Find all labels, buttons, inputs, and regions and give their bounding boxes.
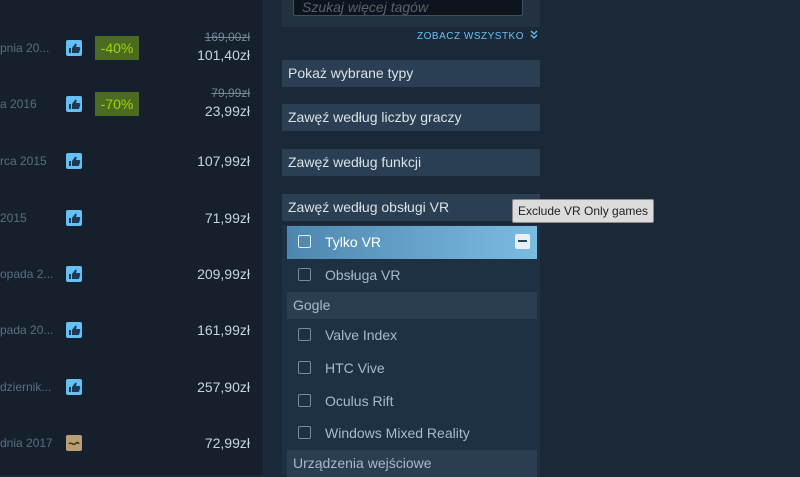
section-types[interactable]: Pokaż wybrane typy (282, 60, 540, 87)
release-date: pada 20... (0, 323, 54, 337)
release-date: a 2016 (0, 97, 37, 111)
option-vr-only[interactable]: Tylko VR (287, 226, 537, 259)
result-row[interactable]: dnia 2017 72,99zł (0, 421, 263, 465)
option-label: Valve Index (325, 327, 398, 343)
final-price: 23,99zł (204, 103, 250, 119)
review-positive-icon (66, 266, 82, 282)
exclude-minus-icon[interactable] (515, 234, 530, 249)
result-row[interactable]: pada 20... 161,99zł (0, 308, 263, 352)
release-date: dnia 2017 (0, 436, 53, 450)
group-header-headsets: Gogle (287, 292, 537, 319)
option-windows-mr[interactable]: Windows Mixed Reality (287, 417, 537, 450)
release-date: opada 2... (0, 267, 54, 281)
release-date: rca 2015 (0, 154, 47, 168)
group-header-input-devices: Urządzenia wejściowe (287, 450, 537, 477)
discount-badge: -40% (95, 36, 139, 60)
final-price: 257,90zł (197, 379, 250, 395)
review-mixed-icon (66, 435, 82, 451)
option-label: Windows Mixed Reality (325, 425, 470, 441)
result-row[interactable]: opada 2... 209,99zł (0, 252, 263, 296)
section-vr[interactable]: Zawęź według obsługi VR (282, 194, 540, 221)
checkbox[interactable] (298, 426, 311, 439)
vr-filter-list: Tylko VR Obsługa VR Gogle Valve Index HT… (282, 225, 540, 477)
original-price: 169,00zł (204, 30, 250, 44)
final-price: 71,99zł (204, 210, 250, 226)
chevron-double-down-icon (530, 30, 538, 42)
checkbox[interactable] (298, 235, 311, 248)
final-price: 209,99zł (197, 266, 250, 282)
discount-badge: -70% (95, 92, 139, 116)
section-features[interactable]: Zawęź według funkcji (282, 149, 540, 176)
option-label: HTC Vive (325, 360, 385, 376)
tooltip: Exclude VR Only games (512, 199, 655, 223)
checkbox[interactable] (298, 394, 311, 407)
review-positive-icon (66, 40, 82, 56)
final-price: 101,40zł (197, 47, 250, 63)
option-valve-index[interactable]: Valve Index (287, 319, 537, 352)
result-row[interactable]: pnia 20... -40% 169,00zł 101,40zł (0, 26, 263, 70)
review-positive-icon (66, 379, 82, 395)
option-label: Tylko VR (325, 234, 382, 250)
tag-search-box: Szukaj więcej tagów (282, 0, 540, 27)
see-all-label: ZOBACZ WSZYSTKO (417, 30, 524, 42)
release-date: 2015 (0, 211, 27, 225)
option-label: Oculus Rift (325, 393, 394, 409)
original-price: 79,99zł (211, 86, 250, 100)
option-vr-supported[interactable]: Obsługa VR (287, 259, 537, 292)
result-row[interactable]: 2015 71,99zł (0, 196, 263, 240)
option-oculus-rift[interactable]: Oculus Rift (287, 385, 537, 418)
option-htc-vive[interactable]: HTC Vive (287, 352, 537, 385)
review-positive-icon (66, 96, 82, 112)
result-row[interactable]: rca 2015 107,99zł (0, 139, 263, 183)
final-price: 72,99zł (204, 435, 250, 451)
tag-search-input[interactable]: Szukaj więcej tagów (293, 0, 523, 16)
result-row[interactable]: a 2016 -70% 79,99zł 23,99zł (0, 82, 263, 126)
release-date: dziernik... (0, 380, 52, 394)
search-results-list: pnia 20... -40% 169,00zł 101,40zł a 2016… (0, 0, 263, 475)
result-row[interactable]: dziernik... 257,90zł (0, 365, 263, 409)
section-players[interactable]: Zawęź według liczby graczy (282, 104, 540, 131)
release-date: pnia 20... (0, 41, 50, 55)
checkbox[interactable] (298, 328, 311, 341)
review-positive-icon (66, 153, 82, 169)
see-all-link[interactable]: ZOBACZ WSZYSTKO (417, 30, 538, 42)
checkbox[interactable] (298, 361, 311, 374)
review-positive-icon (66, 210, 82, 226)
review-positive-icon (66, 322, 82, 338)
option-label: Obsługa VR (325, 267, 401, 283)
final-price: 107,99zł (197, 153, 250, 169)
final-price: 161,99zł (197, 322, 250, 338)
checkbox[interactable] (298, 268, 311, 281)
filter-panel: Szukaj więcej tagów ZOBACZ WSZYSTKO Poka… (282, 0, 540, 477)
